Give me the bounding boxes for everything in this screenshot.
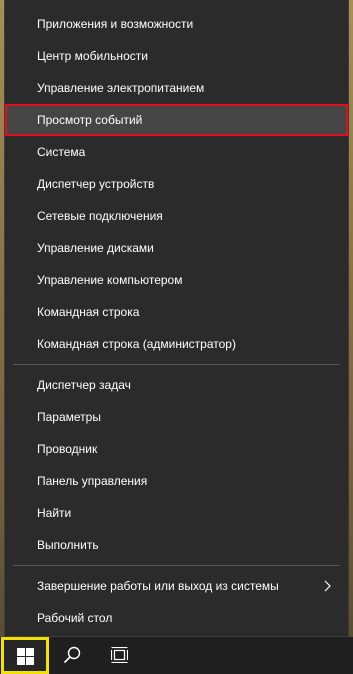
search-icon	[63, 646, 81, 664]
menu-item-file-explorer[interactable]: Проводник	[5, 433, 348, 465]
menu-divider	[13, 565, 340, 566]
menu-item-device-manager[interactable]: Диспетчер устройств	[5, 168, 348, 200]
menu-item-network-connections[interactable]: Сетевые подключения	[5, 200, 348, 232]
menu-item-power-options[interactable]: Управление электропитанием	[5, 72, 348, 104]
menu-list: Приложения и возможности Центр мобильнос…	[5, 0, 348, 634]
menu-item-run[interactable]: Выполнить	[5, 529, 348, 561]
menu-item-apps-features[interactable]: Приложения и возможности	[5, 8, 348, 40]
desktop-wallpaper-right	[349, 0, 353, 674]
task-view-button[interactable]	[95, 637, 141, 674]
menu-item-control-panel[interactable]: Панель управления	[5, 465, 348, 497]
menu-item-command-prompt-admin[interactable]: Командная строка (администратор)	[5, 328, 348, 360]
windows-logo-icon	[17, 648, 34, 665]
menu-divider	[13, 364, 340, 365]
menu-item-mobility-center[interactable]: Центр мобильности	[5, 40, 348, 72]
menu-item-command-prompt[interactable]: Командная строка	[5, 296, 348, 328]
chevron-right-icon	[322, 570, 334, 602]
menu-item-settings[interactable]: Параметры	[5, 401, 348, 433]
task-view-icon	[111, 647, 128, 663]
menu-item-event-viewer[interactable]: Просмотр событий	[5, 104, 348, 136]
search-button[interactable]	[49, 637, 95, 674]
menu-item-computer-management[interactable]: Управление компьютером	[5, 264, 348, 296]
menu-item-system[interactable]: Система	[5, 136, 348, 168]
menu-item-search[interactable]: Найти	[5, 497, 348, 529]
menu-item-label: Завершение работы или выход из системы	[37, 579, 279, 593]
menu-item-task-manager[interactable]: Диспетчер задач	[5, 369, 348, 401]
power-user-menu: Приложения и возможности Центр мобильнос…	[4, 0, 349, 637]
taskbar	[0, 637, 353, 674]
menu-item-desktop[interactable]: Рабочий стол	[5, 602, 348, 634]
start-button[interactable]	[1, 637, 49, 674]
menu-item-shutdown-signout[interactable]: Завершение работы или выход из системы	[5, 570, 348, 602]
menu-item-disk-management[interactable]: Управление дисками	[5, 232, 348, 264]
